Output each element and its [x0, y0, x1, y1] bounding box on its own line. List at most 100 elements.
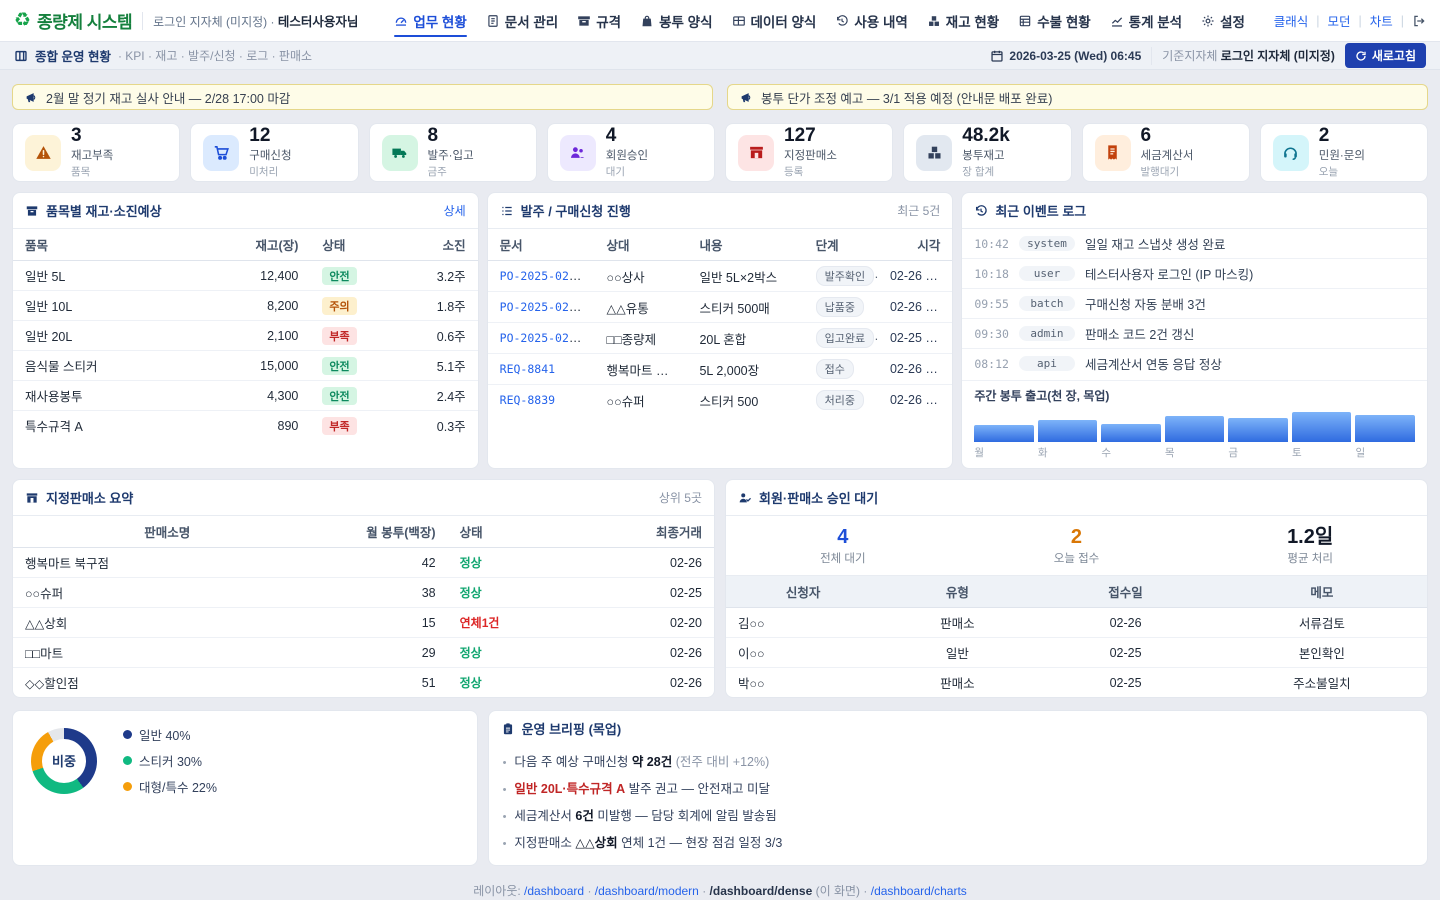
store-icon: [738, 135, 774, 171]
stat-total-waiting: 4 전체 대기: [726, 526, 960, 566]
nav-work-status[interactable]: 업무 현황: [394, 0, 466, 42]
clipboard-icon: [501, 722, 515, 736]
layout-mode-switch: 클래식 | 모던 | 차트 |: [1274, 11, 1426, 30]
gear-icon: [1201, 14, 1215, 28]
list-item: •일반 20L·특수규격 A 발주 권고 — 안전재고 미달: [503, 774, 1413, 801]
cubes-icon: [927, 14, 941, 28]
refresh-button[interactable]: 새로고침: [1345, 43, 1426, 68]
legend-dot: [123, 730, 132, 739]
kpi-purchase-requests[interactable]: 12구매신청미처리: [190, 123, 358, 182]
list-item: •세금계산서 6건 미발행 — 담당 회계에 알림 발송됨: [503, 801, 1413, 828]
top-count-note: 상위 5곳: [659, 489, 702, 506]
megaphone-icon: [740, 91, 753, 104]
nav-spec[interactable]: 규격: [577, 0, 621, 42]
stat-today-received: 2 오늘 접수: [960, 526, 1194, 566]
kpi-low-stock[interactable]: 3재고부족품목: [12, 123, 180, 182]
list-item: •지정판매소 △△상회 연체 1건 — 현장 점검 일정 3/3: [503, 828, 1413, 855]
calendar-icon: [990, 49, 1004, 63]
nav-inout-status[interactable]: 수불 현황: [1018, 0, 1090, 42]
headset-icon: [1273, 135, 1309, 171]
event-log-list: 10:42system일일 재고 스냅샷 생성 완료 10:18user테스터사…: [962, 229, 1427, 378]
columns-icon: [14, 49, 28, 63]
recycle-icon: ♻: [14, 11, 31, 30]
status-badge: 부족: [322, 417, 356, 435]
kpi-bag-stock[interactable]: 48.2k봉투재고장 합계: [903, 123, 1071, 182]
page-title: 종합 운영 현황: [35, 46, 111, 65]
mode-modern-link[interactable]: 모던: [1327, 11, 1350, 30]
layout-label: 레이아웃:: [473, 884, 521, 898]
nav-usage-history[interactable]: 사용 내역: [835, 0, 907, 42]
document-icon: [486, 14, 500, 28]
store-status: 정상: [460, 646, 482, 660]
basis-municipality: 기준지자체 로그인 지자체 (미지정): [1162, 47, 1335, 64]
refresh-icon: [1355, 50, 1367, 62]
kpi-member-approvals[interactable]: 4회원승인대기: [547, 123, 715, 182]
stage-badge: 납품중: [816, 297, 864, 317]
table-row: REQ-8841행복마트 북...5L 2,000장접수02-26 09:12: [488, 354, 953, 385]
mode-classic-link[interactable]: 클래식: [1274, 11, 1309, 30]
approval-stats: 4 전체 대기 2 오늘 접수 1.2일 평균 처리: [726, 516, 1427, 575]
kpi-inquiries[interactable]: 2민원·문의오늘: [1260, 123, 1428, 182]
table-row: 일반 5L12,400안전3.2주: [13, 261, 478, 291]
document-link[interactable]: PO-2025-0217: [500, 300, 583, 314]
legend-item: 스티커 30%: [123, 751, 217, 770]
layout-link-modern[interactable]: /dashboard/modern: [595, 884, 699, 898]
kpi-orders-inbound[interactable]: 8발주·입고금주: [369, 123, 537, 182]
kpi-tax-invoices[interactable]: 6세금계산서발행대기: [1082, 123, 1250, 182]
briefing-panel: 운영 브리핑 (목업) •다음 주 예상 구매신청 약 28건 (전주 대비 +…: [488, 710, 1428, 866]
logout-icon[interactable]: [1412, 14, 1426, 28]
table-row: REQ-8839○○슈퍼스티커 500처리중02-26 08:45: [488, 385, 953, 416]
status-badge: 안전: [322, 267, 356, 285]
approvals-panel: 회원·판매소 승인 대기 4 전체 대기 2 오늘 접수 1.2일 평균 처리: [725, 479, 1428, 698]
kpi-row: 3재고부족품목 12구매신청미처리 8발주·입고금주 4회원승인대기 127지정…: [12, 123, 1428, 182]
table-row: ◇◇할인점51정상02-26: [13, 668, 714, 698]
legend-item: 일반 40%: [123, 725, 217, 744]
panel-title: 품목별 재고·소진예상: [46, 201, 437, 220]
login-context-label: 로그인 지자체 (미지정) ·: [153, 15, 274, 29]
box-icon: [577, 14, 591, 28]
bar-chart: [974, 412, 1415, 442]
notice-inventory-audit[interactable]: 2월 말 정기 재고 실사 안내 — 2/28 17:00 마감: [12, 84, 713, 110]
inventory-table: 품목 재고(장) 상태 소진 일반 5L12,400안전3.2주 일반 10L8…: [13, 229, 478, 440]
nav-data-forms[interactable]: 데이터 양식: [732, 0, 817, 42]
event-tag: batch: [1019, 296, 1075, 311]
nav-stock-status[interactable]: 재고 현황: [927, 0, 999, 42]
nav-bag-forms[interactable]: 봉투 양식: [640, 0, 712, 42]
stage-badge: 접수: [816, 359, 854, 379]
kpi-designated-stores[interactable]: 127지정판매소등록: [725, 123, 893, 182]
table-row: 음식물 스티커15,000안전5.1주: [13, 351, 478, 381]
list-item: 08:12api세금계산서 연동 응답 정상: [962, 348, 1427, 378]
current-datetime: 2026-03-25 (Wed) 06:45: [990, 49, 1141, 63]
mode-chart-link[interactable]: 차트: [1370, 11, 1393, 30]
document-link[interactable]: PO-2025-0216: [500, 331, 583, 345]
document-link[interactable]: PO-2025-0218: [500, 269, 583, 283]
layout-current: /dashboard/dense: [710, 884, 813, 898]
event-tag: system: [1019, 236, 1075, 251]
document-link[interactable]: REQ-8839: [500, 393, 555, 407]
archive-icon: [25, 204, 39, 218]
nav-statistics[interactable]: 통계 분석: [1110, 0, 1182, 42]
weekly-outbound-chart: 주간 봉투 출고(천 장, 목업) 월 화 수 목 금 토: [962, 380, 1427, 468]
legend-item: 대형/특수 22%: [123, 777, 217, 796]
donut-center-label: 비중: [52, 751, 76, 770]
ledger-icon: [1018, 14, 1032, 28]
layout-link-charts[interactable]: /dashboard/charts: [871, 884, 967, 898]
divider: [142, 12, 143, 30]
panel-title: 회원·판매소 승인 대기: [759, 488, 1415, 507]
inventory-detail-link[interactable]: 상세: [444, 202, 466, 219]
notice-price-adjustment[interactable]: 봉투 단가 조정 예고 — 3/1 적용 예정 (안내문 배포 완료): [727, 84, 1428, 110]
bar-fri: [1228, 418, 1288, 442]
store-status: 정상: [460, 586, 482, 600]
table-icon: [732, 14, 746, 28]
table-row: 행복마트 북구점42정상02-26: [13, 548, 714, 578]
inventory-panel: 품목별 재고·소진예상 상세 품목 재고(장) 상태 소진 일반 5L12,40…: [12, 192, 479, 469]
share-panel: 비중 일반 40% 스티커 30% 대형/특수 22%: [12, 710, 478, 866]
document-link[interactable]: REQ-8841: [500, 362, 555, 376]
nav-doc-management[interactable]: 문서 관리: [486, 0, 558, 42]
layout-link-dashboard[interactable]: /dashboard: [524, 884, 584, 898]
brand[interactable]: ♻ 종량제 시스템: [14, 8, 132, 33]
nav-settings[interactable]: 설정: [1201, 0, 1245, 42]
stores-table: 판매소명 월 봉투(백장) 상태 최종거래 행복마트 북구점42정상02-26 …: [13, 516, 714, 697]
bar-wed: [1101, 424, 1161, 442]
orders-table: 문서 상대 내용 단계 시각 PO-2025-0218○○상사일반 5L×2박스…: [488, 229, 953, 415]
